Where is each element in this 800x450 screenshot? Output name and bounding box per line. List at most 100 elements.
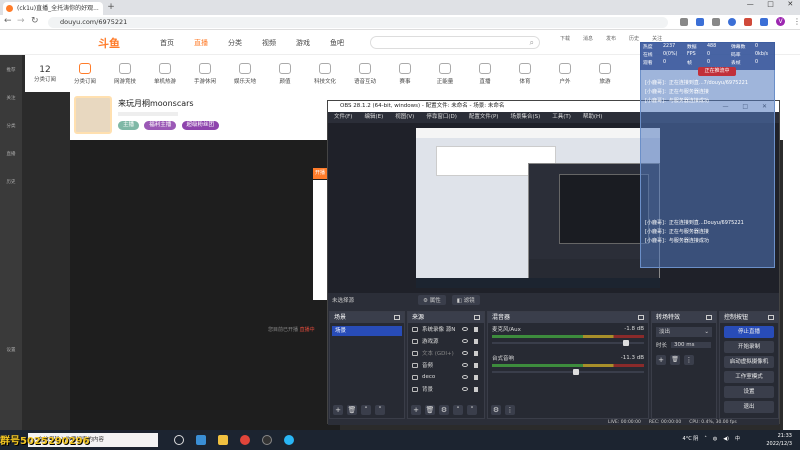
header-follow[interactable]: 关注 <box>652 35 662 42</box>
obs-menu-tools[interactable]: 工具(T) <box>552 112 571 123</box>
category-item[interactable]: 直播 <box>465 55 505 92</box>
extension-icon[interactable] <box>680 17 688 26</box>
category-item[interactable]: 手游休闲 <box>185 55 225 92</box>
edge-icon[interactable] <box>196 435 206 445</box>
scene-item[interactable]: 场景 <box>332 326 402 336</box>
advanced-audio-icon[interactable]: ⚙ <box>491 405 501 415</box>
undock-icon[interactable] <box>394 315 400 320</box>
undock-icon[interactable] <box>706 315 712 320</box>
source-item[interactable]: 音频 <box>408 359 484 371</box>
network-icon[interactable]: ◍ <box>713 436 717 442</box>
nav-live[interactable]: 直播 <box>194 38 208 48</box>
obs-menu-scenecollection[interactable]: 场景集合(S) <box>510 112 540 123</box>
stop-streaming-button[interactable]: 停止直播 <box>724 326 774 338</box>
transition-menu-icon[interactable]: ⋮ <box>684 355 694 365</box>
add-source-button[interactable]: + <box>411 405 421 415</box>
back-icon[interactable]: ← <box>4 16 12 26</box>
extension-icon[interactable] <box>712 17 720 26</box>
extension-icon[interactable] <box>760 17 768 26</box>
category-item[interactable]: 体育 <box>505 55 545 92</box>
streaming-status-badge[interactable]: 正在推流中 <box>698 67 736 76</box>
extension-icon[interactable] <box>744 17 752 26</box>
browser-tab[interactable]: (ck1u)直播_全托涛你的好观... <box>3 2 103 15</box>
chevron-up-icon[interactable]: ˄ <box>704 436 707 442</box>
settings-button[interactable]: 设置 <box>724 386 774 398</box>
category-item[interactable]: 娱乐天地 <box>225 55 265 92</box>
category-item[interactable]: 赛事 <box>385 55 425 92</box>
obs-menu-file[interactable]: 文件(F) <box>334 112 352 123</box>
remove-transition-button[interactable]: 🗑 <box>670 355 680 365</box>
remove-scene-button[interactable]: 🗑 <box>347 405 357 415</box>
header-message[interactable]: 消息 <box>583 35 593 42</box>
category-item[interactable]: 科技文化 <box>305 55 345 92</box>
obs-menu-edit[interactable]: 编辑(E) <box>364 112 383 123</box>
nav-home[interactable]: 首页 <box>160 38 174 48</box>
category-item[interactable]: 分类订阅 <box>65 55 105 92</box>
chrome-icon[interactable] <box>240 435 250 445</box>
weather-text[interactable]: 4°C 阴 <box>683 435 699 442</box>
filters-button[interactable]: ◧ 滤镜 <box>451 295 480 305</box>
sidebar-item-settings[interactable]: 设置 <box>7 347 16 353</box>
source-item[interactable]: 系统录像 源N <box>408 323 484 335</box>
nav-category[interactable]: 分类 <box>228 38 242 48</box>
properties-button[interactable]: ⚙ 属性 <box>418 295 446 305</box>
start-recording-button[interactable]: 开始录制 <box>724 341 774 353</box>
reload-icon[interactable]: ↻ <box>31 16 39 26</box>
exit-button[interactable]: 退出 <box>724 401 774 413</box>
category-item[interactable]: 网游竞技 <box>105 55 145 92</box>
category-item[interactable]: 正能量 <box>425 55 465 92</box>
source-item[interactable]: 文本 (GDI+) <box>408 347 484 359</box>
douyu-search-input[interactable]: ⌕ <box>370 36 540 49</box>
duration-input[interactable]: 300 ms <box>671 342 712 348</box>
add-transition-button[interactable]: + <box>656 355 666 365</box>
volume-slider[interactable] <box>492 340 644 346</box>
obs-menu-docks[interactable]: 停靠窗口(D) <box>426 112 457 123</box>
obs-menu-help[interactable]: 帮助(H) <box>583 112 602 123</box>
undock-icon[interactable] <box>768 315 774 320</box>
category-item[interactable]: 单机热游 <box>145 55 185 92</box>
header-download[interactable]: 下载 <box>560 35 570 42</box>
maximize-icon[interactable]: □ <box>767 0 774 15</box>
player-side-button[interactable]: 开播 <box>313 168 327 179</box>
minimize-icon[interactable]: — <box>747 0 754 15</box>
mixer-menu-icon[interactable]: ⋮ <box>505 405 515 415</box>
streamer-avatar[interactable] <box>74 96 112 134</box>
category-item[interactable]: 颜值 <box>265 55 305 92</box>
category-item[interactable]: 语音互动 <box>345 55 385 92</box>
taskbar-clock[interactable]: 21:33 2022/12/3 <box>766 432 792 448</box>
move-down-button[interactable]: ˅ <box>375 405 385 415</box>
profile-avatar[interactable]: V <box>776 17 785 26</box>
remove-source-button[interactable]: 🗑 <box>425 405 435 415</box>
obs-menu-view[interactable]: 视图(V) <box>395 112 414 123</box>
category-item[interactable]: 户外 <box>545 55 585 92</box>
file-explorer-icon[interactable] <box>218 435 228 445</box>
source-item[interactable]: 游戏源 <box>408 335 484 347</box>
task-view-icon[interactable] <box>174 435 184 445</box>
sidebar-item-follow[interactable]: 关注 <box>7 95 16 101</box>
extension-icon[interactable] <box>696 17 704 26</box>
nav-game[interactable]: 游戏 <box>296 38 310 48</box>
nav-video[interactable]: 视频 <box>262 38 276 48</box>
studio-mode-button[interactable]: 工作室模式 <box>724 371 774 383</box>
source-item[interactable]: 背景 <box>408 383 484 395</box>
sidebar-item-live[interactable]: 直播 <box>7 151 16 157</box>
video-player[interactable] <box>70 140 340 430</box>
url-input[interactable]: douyu.com/6975221 <box>48 17 668 28</box>
undock-icon[interactable] <box>638 315 644 320</box>
app-icon[interactable] <box>284 435 294 445</box>
nav-fishbar[interactable]: 鱼吧 <box>330 38 344 48</box>
undock-icon[interactable] <box>474 315 480 320</box>
volume-slider[interactable] <box>492 369 644 375</box>
menu-kebab-icon[interactable]: ⋮ <box>793 17 800 26</box>
ime-indicator[interactable]: 中 <box>735 435 740 442</box>
sidebar-item-category[interactable]: 分类 <box>7 123 16 129</box>
transition-select[interactable]: 淡出 ⌄ <box>656 327 712 337</box>
extension-icon[interactable] <box>728 17 736 26</box>
sidebar-item-recommend[interactable]: 推荐 <box>7 67 16 73</box>
source-properties-button[interactable]: ⚙ <box>439 405 449 415</box>
obs-menu-profile[interactable]: 配置文件(P) <box>469 112 499 123</box>
move-down-button[interactable]: ˅ <box>467 405 477 415</box>
forward-icon[interactable]: → <box>17 16 25 26</box>
obs-icon[interactable] <box>262 435 272 445</box>
move-up-button[interactable]: ˄ <box>453 405 463 415</box>
